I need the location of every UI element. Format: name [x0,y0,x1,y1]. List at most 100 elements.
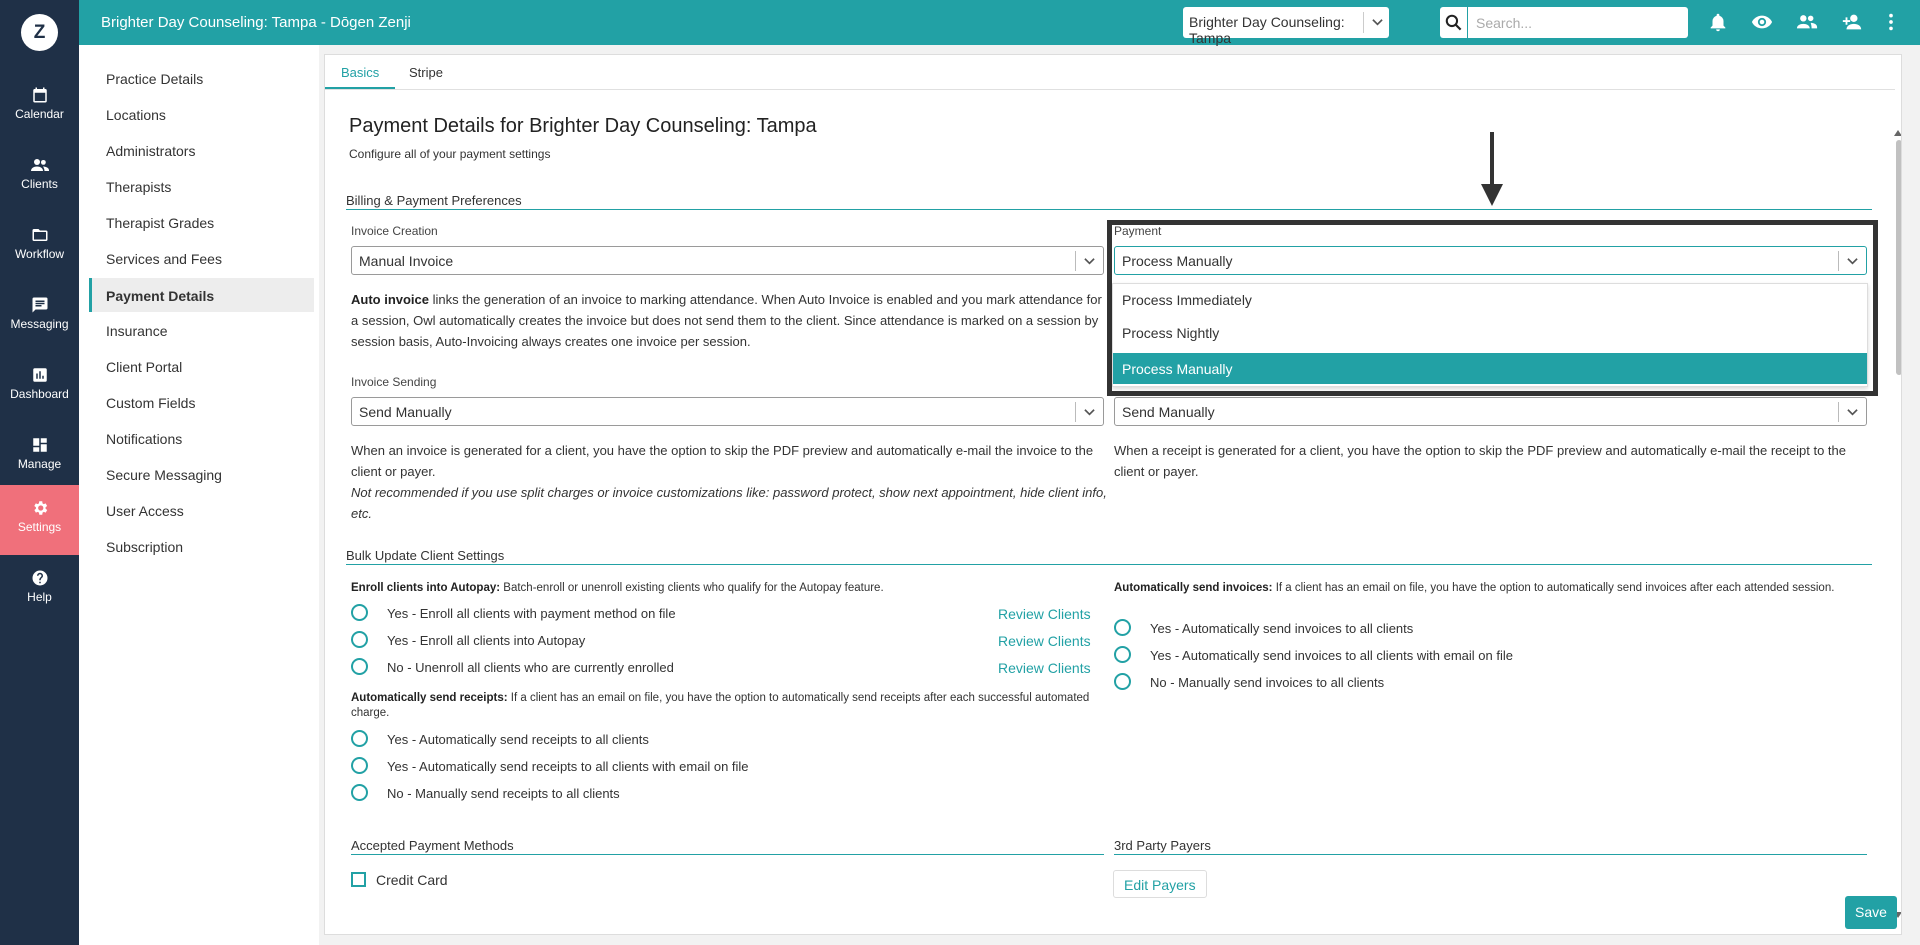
nav-calendar[interactable]: Calendar [0,72,79,142]
receipts-term: Automatically send receipts: [351,692,508,704]
payment-option-nightly[interactable]: Process Nightly [1113,317,1867,348]
bulk-section-title: Bulk Update Client Settings [346,548,505,563]
clients-icon [30,159,49,171]
receipts-radio-3[interactable] [351,784,368,801]
review-clients-link-1[interactable]: Review Clients [998,606,1091,622]
search-input[interactable] [1468,7,1688,38]
nav-clients[interactable]: Clients [0,142,79,212]
nav-workflow[interactable]: Workflow [0,212,79,282]
receipts-option-2: Yes - Automatically send receipts to all… [387,759,749,774]
billing-section-title: Billing & Payment Preferences [346,193,522,208]
grid-icon [32,438,47,452]
scrollbar[interactable] [1893,90,1902,934]
scroll-up-icon[interactable] [1894,130,1902,136]
submenu-secure-messaging[interactable]: Secure Messaging [89,457,314,491]
receipts-radio-2[interactable] [351,757,368,774]
chevron-down-icon [1075,251,1103,271]
methods-section-title: Accepted Payment Methods [351,838,514,853]
review-clients-link-2[interactable]: Review Clients [998,633,1091,649]
main-nav: Z Calendar Clients Workflow Messaging Da… [0,0,79,945]
submenu-therapists[interactable]: Therapists [89,169,314,203]
nav-manage[interactable]: Manage [0,422,79,492]
receipt-sending-value: Send Manually [1122,404,1215,420]
more-vertical-icon[interactable] [1880,11,1902,33]
submenu-practice-details[interactable]: Practice Details [89,61,314,95]
settings-submenu: Practice Details Locations Administrator… [79,45,319,945]
search-button[interactable] [1440,7,1467,38]
bulk-section-divider [346,564,1872,565]
submenu-subscription[interactable]: Subscription [89,529,314,563]
message-icon [32,297,47,313]
invoice-sending-select[interactable]: Send Manually [351,397,1104,426]
nav-label: Dashboard [10,387,69,401]
payment-dropdown-menu: Process Immediately Process Nightly Proc… [1112,283,1868,387]
autopay-radio-3[interactable] [351,658,368,675]
practice-select[interactable]: Brighter Day Counseling: Tampa [1183,7,1389,46]
submenu-user-access[interactable]: User Access [89,493,314,527]
chart-icon [32,368,47,382]
search-icon [1445,14,1462,31]
invoice-sending-value: Send Manually [359,404,452,420]
receipts-option-3: No - Manually send receipts to all clien… [387,786,620,801]
chevron-down-icon [1363,12,1389,33]
submenu-locations[interactable]: Locations [89,97,314,131]
autopay-radio-1[interactable] [351,604,368,621]
nav-messaging[interactable]: Messaging [0,282,79,352]
invoice-creation-select[interactable]: Manual Invoice [351,246,1104,275]
tab-basics[interactable]: Basics [325,55,396,89]
submenu-payment-details[interactable]: Payment Details [89,278,314,312]
invoices-radio-3[interactable] [1114,673,1131,690]
eye-icon[interactable] [1751,11,1773,33]
people-icon[interactable] [1796,11,1818,33]
invoice-creation-label: Invoice Creation [351,224,438,238]
invoices-radio-2[interactable] [1114,646,1131,663]
nav-dashboard[interactable]: Dashboard [0,352,79,422]
invoice-sending-label: Invoice Sending [351,375,437,389]
nav-help[interactable]: Help [0,555,79,625]
top-bar: Brighter Day Counseling: Tampa - Dōgen Z… [79,0,1920,46]
auto-invoice-description: Auto invoice links the generation of an … [351,289,1111,352]
invoices-option-2: Yes - Automatically send invoices to all… [1150,648,1513,663]
edit-payers-button[interactable]: Edit Payers [1113,870,1207,898]
receipt-sending-description: When a receipt is generated for a client… [1114,443,1847,479]
invoices-option-1: Yes - Automatically send invoices to all… [1150,621,1414,636]
chevron-down-icon [1075,402,1103,422]
logo[interactable]: Z [21,14,58,51]
review-clients-link-3[interactable]: Review Clients [998,660,1091,676]
add-person-icon[interactable] [1841,11,1863,33]
nav-label: Settings [17,520,62,534]
nav-settings[interactable]: Settings [0,485,79,555]
invoices-description: Automatically send invoices: If a client… [1114,581,1874,596]
receipts-radio-1[interactable] [351,730,368,747]
help-icon [32,570,47,586]
tab-stripe[interactable]: Stripe [393,55,459,89]
submenu-custom-fields[interactable]: Custom Fields [89,385,314,419]
payment-option-manually[interactable]: Process Manually [1113,353,1867,384]
submenu-administrators[interactable]: Administrators [89,133,314,167]
auto-invoice-term: Auto invoice [351,292,430,307]
receipt-sending-select[interactable]: Send Manually [1114,397,1867,426]
credit-card-label: Credit Card [376,872,448,888]
bell-icon[interactable] [1707,11,1729,33]
submenu-notifications[interactable]: Notifications [89,421,314,455]
credit-card-checkbox[interactable] [351,872,366,887]
annotation-arrow-head [1481,184,1503,206]
invoices-option-3: No - Manually send invoices to all clien… [1150,675,1385,690]
save-button[interactable]: Save [1845,896,1897,929]
receipts-description: Automatically send receipts: If a client… [351,691,1111,721]
submenu-insurance[interactable]: Insurance [89,313,314,347]
autopay-radio-2[interactable] [351,631,368,648]
scrollbar-thumb[interactable] [1896,140,1901,375]
submenu-services-and-fees[interactable]: Services and Fees [89,241,314,275]
autopay-option-1: Yes - Enroll all clients with payment me… [387,606,676,621]
autopay-term: Enroll clients into Autopay: [351,582,501,594]
nav-label: Calendar [15,107,64,121]
submenu-client-portal[interactable]: Client Portal [89,349,314,383]
tab-divider [325,89,1895,90]
payment-option-immediately[interactable]: Process Immediately [1113,284,1867,315]
nav-label: Workflow [14,247,65,261]
invoices-term: Automatically send invoices: [1114,582,1273,594]
nav-label: Clients [21,177,58,191]
invoices-radio-1[interactable] [1114,619,1131,636]
submenu-therapist-grades[interactable]: Therapist Grades [89,205,314,239]
